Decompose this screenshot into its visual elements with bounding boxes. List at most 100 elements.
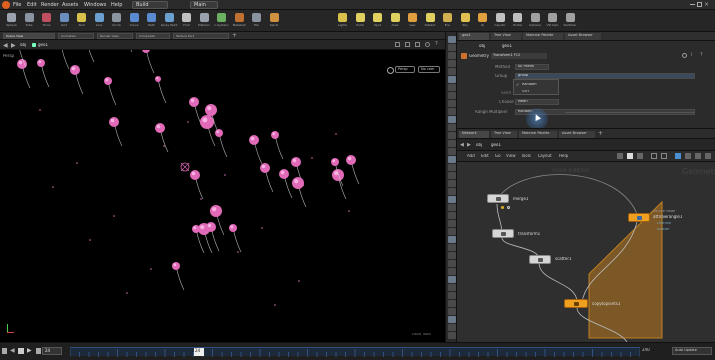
display-tool-icon[interactable] xyxy=(448,268,456,275)
tab-asset-browser-net[interactable]: Asset Browser xyxy=(559,131,595,138)
net-back-arrow-icon[interactable]: ◀ xyxy=(460,142,464,148)
display-tool-icon[interactable] xyxy=(448,276,456,283)
display-tool-icon[interactable] xyxy=(448,44,456,51)
display-tool-icon[interactable] xyxy=(448,108,456,115)
net-menu-tools[interactable]: Tools xyxy=(521,154,531,158)
light-tool-env[interactable]: Env xyxy=(439,12,456,30)
range-slider-track[interactable] xyxy=(565,112,695,113)
light-tool-distant[interactable]: Distant xyxy=(422,12,439,30)
light-tool-point[interactable]: Point xyxy=(352,12,369,30)
maximize-icon[interactable] xyxy=(697,2,702,7)
display-tool-icon[interactable] xyxy=(448,132,456,139)
play-icon[interactable]: ▶ xyxy=(27,347,32,354)
create-tool-curve[interactable]: Curve xyxy=(126,12,143,30)
menu-windows[interactable]: Windows xyxy=(84,2,106,8)
display-tool-icon[interactable] xyxy=(448,308,456,315)
help-icon[interactable]: ? xyxy=(435,41,438,47)
display-tool-icon[interactable] xyxy=(448,292,456,299)
node-scatter1[interactable] xyxy=(529,255,551,264)
light-tool-vr-cam[interactable]: VR Cam xyxy=(544,12,561,30)
param-help-icon[interactable]: ? xyxy=(700,52,703,58)
path-geo1[interactable]: geo1 xyxy=(38,43,48,47)
viewport-options-icons[interactable]: ? xyxy=(395,41,443,48)
dropdown-option-sort[interactable]: Sort xyxy=(522,90,529,94)
create-tool-file[interactable]: File xyxy=(248,12,265,30)
display-tool-icon[interactable] xyxy=(448,196,456,203)
menu-edit[interactable]: Edit xyxy=(27,2,37,8)
step-back-icon[interactable]: ◀ xyxy=(10,347,15,354)
path-obj[interactable]: obj xyxy=(20,43,26,47)
display-tool-icon[interactable] xyxy=(448,300,456,307)
display-tool-icon[interactable] xyxy=(448,68,456,75)
create-tool-spiral[interactable]: Spiral xyxy=(266,12,283,30)
settings-icon[interactable] xyxy=(425,42,430,47)
node-transform1[interactable] xyxy=(492,229,514,238)
net-forward-arrow-icon[interactable]: ▶ xyxy=(467,142,471,148)
light-tool-switcher[interactable]: Switcher xyxy=(562,12,579,30)
seed-dropdown-menu[interactable]: ✓ Random Sort xyxy=(513,79,559,95)
tab-asset-browser[interactable]: Asset Browser xyxy=(565,33,601,40)
param-header-icons[interactable]: i ? xyxy=(682,52,712,59)
desktop-dropdown[interactable]: Build xyxy=(132,1,168,9)
tab-composite[interactable]: Composite xyxy=(136,33,170,39)
create-tool-sphere[interactable]: Sphere xyxy=(3,12,20,30)
back-arrow-icon[interactable]: ◀ xyxy=(3,42,8,49)
context-dropdown[interactable]: Main xyxy=(190,1,218,9)
display-tool-icon[interactable] xyxy=(448,228,456,235)
timeline-track[interactable]: 24 xyxy=(70,347,640,357)
menu-render[interactable]: Render xyxy=(41,2,59,8)
net-menu-view[interactable]: View xyxy=(506,154,516,158)
create-tool-font[interactable]: Font xyxy=(178,12,195,30)
tab-tree-view-net[interactable]: Tree View xyxy=(491,131,517,138)
minimize-icon[interactable] xyxy=(690,4,695,5)
menu-help[interactable]: Help xyxy=(111,2,122,8)
forward-arrow-icon[interactable]: ▶ xyxy=(11,42,16,49)
net-menu-edit[interactable]: Edit xyxy=(481,154,489,158)
current-frame-field[interactable]: 24 xyxy=(42,347,62,355)
net-path-obj[interactable]: obj xyxy=(476,143,482,147)
light-tool-spot[interactable]: Spot xyxy=(369,12,386,30)
display-tool-icon[interactable] xyxy=(448,220,456,227)
dropdown-option-random[interactable]: Random xyxy=(522,83,537,87)
create-tool-circle[interactable]: Circle xyxy=(108,12,125,30)
net-menu-layout[interactable]: Layout xyxy=(538,154,552,158)
tab-scene-view[interactable]: Scene View xyxy=(3,33,55,39)
gear-icon[interactable] xyxy=(682,53,687,58)
display-tool-icon[interactable] xyxy=(448,76,456,83)
method-dropdown[interactable]: All Points xyxy=(515,64,549,70)
net-menu-help[interactable]: Help xyxy=(559,154,568,158)
display-tool-icon[interactable] xyxy=(448,84,456,91)
info-icon[interactable]: i xyxy=(691,52,692,58)
display-tool-icon[interactable] xyxy=(448,236,456,243)
create-tool-torus[interactable]: Torus xyxy=(38,12,55,30)
light-tool-area[interactable]: Area xyxy=(387,12,404,30)
node-merge1[interactable] xyxy=(487,194,509,203)
layout-icon[interactable] xyxy=(405,42,410,47)
menu-file[interactable]: File xyxy=(13,2,21,8)
create-tool-metaball[interactable]: Metaball xyxy=(231,12,248,30)
pin-icon[interactable] xyxy=(395,42,400,47)
display-tool-icon[interactable] xyxy=(448,180,456,187)
create-tool-tube[interactable]: Tube xyxy=(21,12,38,30)
light-tool-geo[interactable]: Geo xyxy=(404,12,421,30)
menu-assets[interactable]: Assets xyxy=(62,2,78,8)
tab-tree-view[interactable]: Tree View xyxy=(491,33,521,40)
close-icon[interactable]: × xyxy=(704,1,709,8)
display-tool-icon[interactable] xyxy=(448,140,456,147)
add-net-tab-icon[interactable]: + xyxy=(598,130,603,137)
display-tool-icon[interactable] xyxy=(448,244,456,251)
display-tool-icon[interactable] xyxy=(448,188,456,195)
stop-icon[interactable] xyxy=(18,348,24,354)
tab-render-view[interactable]: Render View xyxy=(97,33,133,39)
tab-geo1[interactable]: geo1 xyxy=(459,33,489,40)
display-tool-icon[interactable] xyxy=(448,36,456,43)
snapshot-icon[interactable] xyxy=(415,42,420,47)
node-copytopoints1[interactable] xyxy=(564,299,588,308)
param-path-obj[interactable]: obj xyxy=(479,44,485,48)
tab-material-palette[interactable]: Material Palette xyxy=(523,33,563,40)
auto-update-dropdown[interactable]: Auto Update xyxy=(672,347,712,355)
node-name-field[interactable]: Transform1 F12 xyxy=(491,53,547,59)
node-attribwrangle1[interactable] xyxy=(628,213,650,222)
light-tool-lights[interactable]: Lights xyxy=(334,12,351,30)
display-tool-icon[interactable] xyxy=(448,164,456,171)
